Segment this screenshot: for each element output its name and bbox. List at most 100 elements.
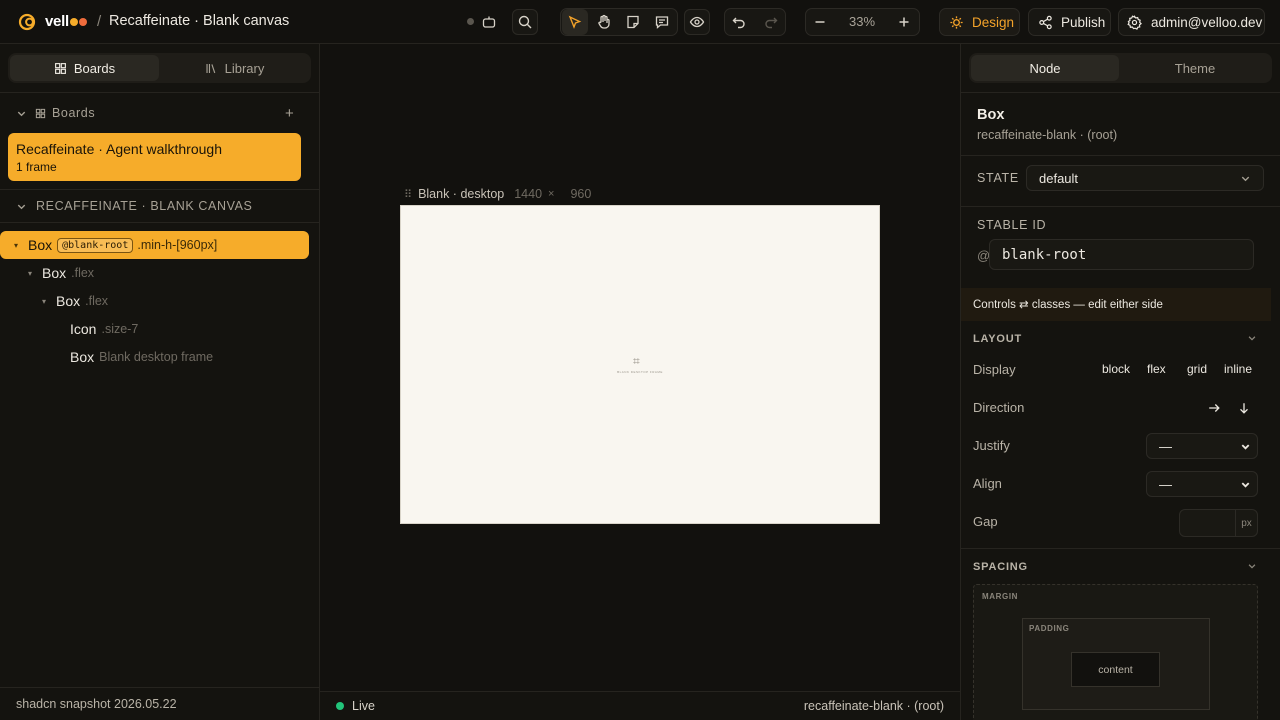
chevron-down-icon (17, 204, 26, 209)
inspector-tabs: Node Theme (969, 53, 1272, 83)
justify-select[interactable]: — (1146, 433, 1258, 459)
chevron-down-icon (1241, 176, 1250, 181)
node-classes: .flex (85, 294, 109, 308)
tree-node-box-root[interactable]: ▾ Box @blank-root .min-h-[960px] (0, 231, 309, 259)
preview-button[interactable] (684, 9, 710, 35)
library-icon (206, 63, 215, 73)
search-button[interactable] (512, 9, 538, 35)
frame-placeholder-icon: ⌗ (633, 354, 640, 368)
live-status-dot (336, 702, 344, 710)
hand-tool-button[interactable] (591, 9, 617, 35)
add-board-button[interactable]: + (285, 105, 294, 122)
content-label: content (1098, 663, 1133, 676)
gap-unit: px (1235, 510, 1257, 536)
select-tool-button[interactable] (562, 9, 588, 35)
agent-button[interactable] (476, 9, 502, 35)
logo-text: vell (45, 13, 69, 30)
tree-node-icon[interactable]: Icon .size-7 (0, 315, 310, 343)
display-option-flex[interactable]: flex (1147, 362, 1166, 376)
node-path: recaffeinate-blank · (root) (977, 128, 1118, 142)
node-classes: Blank desktop frame (99, 350, 214, 364)
display-label: Display (973, 362, 1016, 377)
share-icon (1039, 15, 1052, 29)
node-name: Box (70, 349, 95, 365)
state-value: default (1039, 170, 1079, 186)
display-option-inline[interactable]: inline (1224, 362, 1252, 376)
tab-label: Library (224, 60, 265, 76)
page-title: Recaffeinate · Blank canvas (109, 13, 290, 29)
margin-box[interactable]: MARGIN PADDING content (973, 584, 1258, 720)
publish-label: Publish (1061, 14, 1106, 30)
redo-icon (765, 17, 778, 29)
undo-button[interactable] (726, 9, 752, 35)
velloo-logo-icon[interactable] (18, 12, 38, 32)
left-panel: Boards Library Boards + Recaffeinate · A… (0, 44, 320, 720)
node-name: Icon (70, 321, 97, 337)
sync-status-dot (467, 18, 474, 25)
layers-section-header[interactable]: RECAFFEINATE · BLANK CANVAS (0, 194, 319, 218)
note-tool-button[interactable] (620, 9, 646, 35)
undo-icon (732, 17, 745, 29)
node-title: Box (977, 107, 1005, 123)
justify-label: Justify (973, 438, 1010, 453)
display-option-block[interactable]: block (1102, 362, 1130, 376)
inspector-panel: Node Theme Box recaffeinate-blank · (roo… (960, 44, 1280, 720)
gear-icon (1127, 14, 1142, 30)
display-option-grid[interactable]: grid (1187, 362, 1207, 376)
comment-icon (655, 16, 669, 29)
snapshot-footer: shadcn snapshot 2026.05.22 (0, 687, 319, 720)
frame-label[interactable]: ⠿ Blank · desktop 1440 × 960 (404, 187, 591, 201)
stable-id-input[interactable]: blank-root (989, 239, 1254, 270)
margin-label: MARGIN (982, 592, 1019, 601)
tree-node-box[interactable]: Box Blank desktop frame (0, 343, 310, 371)
tab-theme[interactable]: Theme (1121, 55, 1269, 81)
chevron-down-icon[interactable] (1247, 561, 1257, 571)
hand-icon (598, 14, 610, 29)
divider (0, 222, 319, 223)
boards-section-header[interactable]: Boards + (0, 101, 319, 125)
zoom-out-button[interactable] (807, 9, 833, 35)
gap-input[interactable]: px (1179, 509, 1258, 537)
zoom-in-button[interactable] (891, 9, 917, 35)
tree-node-box[interactable]: ▾ Box .flex (0, 287, 310, 315)
node-classes: .min-h-[960px] (137, 238, 218, 252)
chevron-down-icon[interactable] (1247, 333, 1257, 343)
align-select[interactable]: — (1146, 471, 1258, 497)
sticky-note-icon (627, 15, 639, 29)
spacing-section-label: SPACING (973, 561, 1028, 573)
publish-button[interactable]: Publish (1028, 8, 1111, 36)
state-select[interactable]: default (1026, 165, 1264, 191)
account-menu-button[interactable]: admin@velloo.dev (1118, 8, 1265, 36)
board-title: Recaffeinate · Agent walkthrough (16, 141, 222, 157)
arrow-right-icon[interactable] (1207, 401, 1221, 415)
divider (0, 92, 319, 93)
logo-wordmark[interactable]: vell (45, 13, 87, 30)
tab-boards[interactable]: Boards (10, 55, 159, 81)
sun-icon (950, 15, 963, 29)
node-name: Box (56, 293, 81, 309)
layers-section-label: RECAFFEINATE · BLANK CANVAS (36, 199, 253, 213)
arrow-down-icon[interactable] (1237, 401, 1251, 415)
desktop-frame[interactable]: ⌗ BLANK DESKTOP FRAME (400, 205, 880, 524)
comment-tool-button[interactable] (649, 9, 675, 35)
zoom-level[interactable]: 33% (840, 14, 884, 29)
node-name: Box (42, 265, 67, 281)
design-mode-button[interactable]: Design (939, 8, 1020, 36)
direction-label: Direction (973, 400, 1025, 415)
frame-name: Blank · desktop (418, 187, 505, 201)
padding-box[interactable]: PADDING content (1022, 618, 1210, 710)
robot-icon (482, 16, 496, 28)
tab-library[interactable]: Library (160, 55, 309, 81)
tab-label: Node (1029, 60, 1061, 76)
tree-node-box[interactable]: ▾ Box .flex (0, 259, 310, 287)
boards-section-label: Boards (52, 106, 96, 120)
drag-handle-icon[interactable]: ⠿ (404, 188, 412, 201)
divider (961, 155, 1280, 156)
redo-button[interactable] (758, 9, 784, 35)
frame-caption: BLANK DESKTOP FRAME (617, 370, 663, 374)
node-classes: .size-7 (101, 322, 139, 336)
breadcrumb-separator: / (97, 13, 102, 30)
stable-id-label: STABLE ID (977, 218, 1047, 232)
board-card[interactable]: Recaffeinate · Agent walkthrough 1 frame (8, 133, 301, 181)
tab-node[interactable]: Node (971, 55, 1119, 81)
